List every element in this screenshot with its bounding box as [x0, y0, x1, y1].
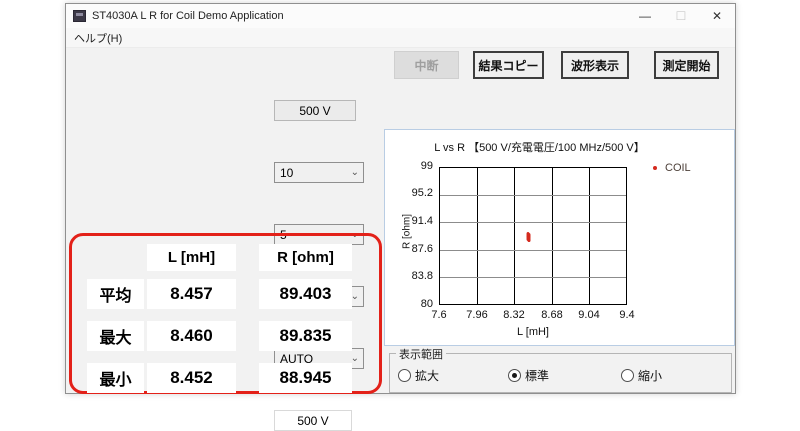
results-row-label-min: 最小	[87, 363, 144, 393]
radio-expand-label: 拡大	[415, 367, 439, 384]
start-measure-button[interactable]: 測定開始	[654, 51, 719, 79]
y-tick: 91.4	[401, 215, 433, 227]
radio-standard-label: 標準	[525, 367, 549, 384]
x-tick: 8.32	[494, 309, 534, 321]
display-range-legend: 表示範囲	[396, 346, 446, 362]
legend-marker-icon	[653, 166, 657, 170]
measure-pulse-select[interactable]: 10 ⌄	[274, 162, 364, 183]
results-row-label-max: 最大	[87, 321, 144, 351]
display-range-groupbox: 表示範囲 拡大 標準 縮小	[389, 353, 732, 393]
x-tick: 9.04	[569, 309, 609, 321]
radio-shrink[interactable]: 縮小	[621, 367, 662, 384]
app-icon	[73, 10, 86, 22]
radio-icon	[621, 369, 634, 382]
window-controls: — ☐ ✕	[627, 4, 735, 28]
radio-expand[interactable]: 拡大	[398, 367, 439, 384]
x-tick: 7.6	[419, 309, 459, 321]
scatter-points	[440, 168, 626, 304]
radio-icon	[398, 369, 411, 382]
red-highlight-annotation: L [mH] R [ohm] 平均 8.457 89.403 最大 8.460 …	[69, 233, 382, 394]
x-tick: 7.96	[457, 309, 497, 321]
results-header-r: R [ohm]	[259, 244, 352, 271]
x-tick: 9.4	[607, 309, 647, 321]
radio-shrink-label: 縮小	[638, 367, 662, 384]
results-min-l: 8.452	[147, 363, 236, 393]
menubar: ヘルプ(H)	[66, 28, 735, 48]
radio-standard[interactable]: 標準	[508, 367, 549, 384]
titlebar: ST4030A L R for Coil Demo Application — …	[66, 4, 735, 28]
chart-x-axis-label: L [mH]	[439, 326, 627, 338]
results-header-l: L [mH]	[147, 244, 236, 271]
chart-plot-area	[439, 167, 627, 305]
abort-button: 中断	[394, 51, 459, 79]
legend-series-label: COIL	[665, 162, 691, 174]
results-avg-r: 89.403	[259, 279, 352, 309]
radio-icon	[508, 369, 521, 382]
charge-voltage-field[interactable]: 500 V	[274, 410, 352, 431]
measure-pulse-value: 10	[280, 166, 293, 180]
charge-voltage-text: 500 V	[297, 414, 328, 428]
chart-panel: L vs R 【500 V/充電電圧/100 MHz/500 V】 R [ohm…	[384, 129, 735, 346]
chevron-down-icon: ⌄	[351, 167, 359, 178]
y-tick: 87.6	[401, 243, 433, 255]
copy-results-button[interactable]: 結果コピー	[473, 51, 544, 79]
y-tick: 95.2	[401, 187, 433, 199]
applied-voltage-text: 500 V	[299, 104, 330, 118]
waveform-button[interactable]: 波形表示	[561, 51, 629, 79]
results-min-r: 88.945	[259, 363, 352, 393]
app-window: ST4030A L R for Coil Demo Application — …	[65, 3, 736, 394]
menu-help[interactable]: ヘルプ(H)	[66, 30, 130, 46]
y-tick: 83.8	[401, 270, 433, 282]
close-icon[interactable]: ✕	[699, 4, 735, 28]
chart-legend: COIL	[653, 162, 691, 174]
window-title: ST4030A L R for Coil Demo Application	[92, 10, 284, 22]
applied-voltage-value: 500 V	[274, 100, 356, 121]
results-row-label-avg: 平均	[87, 279, 144, 309]
results-max-l: 8.460	[147, 321, 236, 351]
results-avg-l: 8.457	[147, 279, 236, 309]
maximize-icon: ☐	[663, 4, 699, 28]
minimize-icon[interactable]: —	[627, 4, 663, 28]
x-tick: 8.68	[532, 309, 572, 321]
y-tick: 99	[401, 160, 433, 172]
results-max-r: 89.835	[259, 321, 352, 351]
chart-title: L vs R 【500 V/充電電圧/100 MHz/500 V】	[385, 139, 694, 155]
